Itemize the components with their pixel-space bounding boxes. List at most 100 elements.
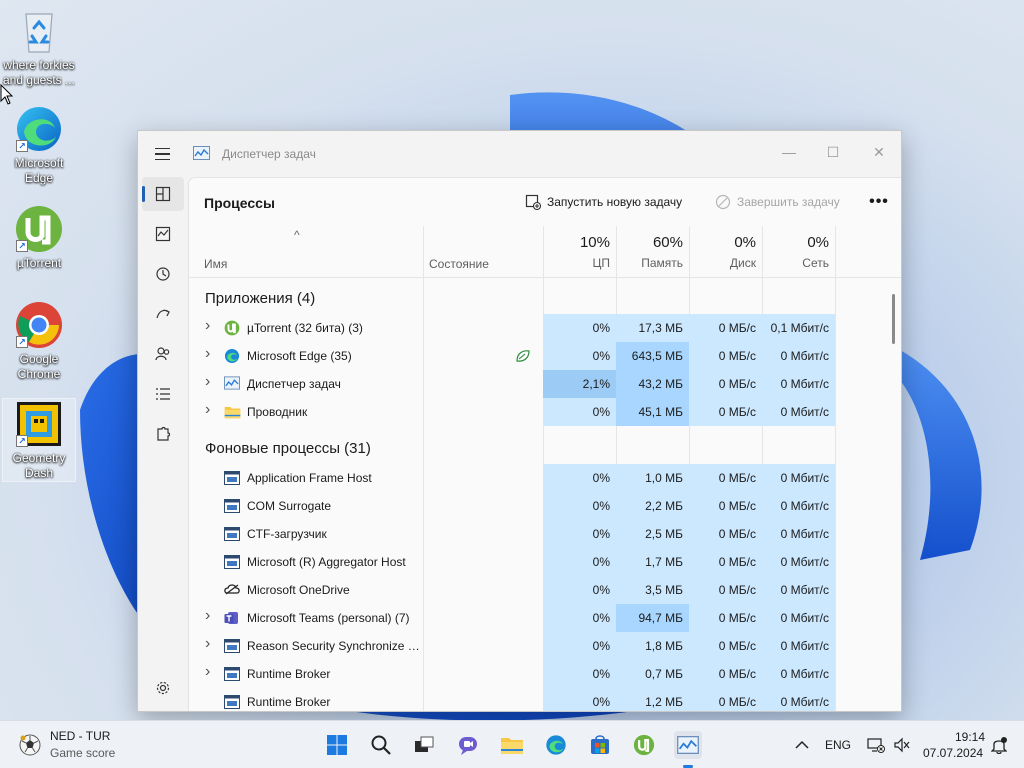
cell-net: 0 Мбит/с xyxy=(762,492,835,520)
cell-cpu: 0% xyxy=(543,548,616,576)
end-task-button[interactable]: Завершить задачу xyxy=(715,190,840,214)
process-row[interactable]: › Microsoft Teams (personal) (7) 0% 94,7 МБ… xyxy=(189,604,901,632)
network-status-button[interactable] xyxy=(862,731,890,759)
desktop-icon-edge[interactable]: ↗ Microsoft Edge xyxy=(2,104,76,186)
process-row[interactable]: › Microsoft Edge (35) 0% 643,5 МБ 0 МБ/с 0 Мб… xyxy=(189,342,901,370)
edge-icon xyxy=(546,735,566,755)
cell-mem: 3,5 МБ xyxy=(616,576,689,604)
process-row[interactable]: › Диспетчер задач 2,1% 43,2 МБ 0 МБ/с 0 Мбит/… xyxy=(189,370,901,398)
expand-chevron-icon[interactable]: › xyxy=(205,373,210,391)
widget-title[interactable]: NED - TUR xyxy=(50,729,110,743)
nav-users[interactable] xyxy=(142,337,184,371)
process-row[interactable]: Application Frame Host 0% 1,0 МБ 0 МБ/с 0 Мб… xyxy=(189,464,901,492)
file-explorer-button[interactable] xyxy=(498,731,526,759)
process-window-icon xyxy=(224,470,240,486)
nav-settings[interactable] xyxy=(142,671,184,705)
process-row[interactable]: › Reason Security Synchronize S... 0% 1,8 М… xyxy=(189,632,901,660)
new-task-icon xyxy=(525,194,541,210)
cell-cpu: 0% xyxy=(543,342,616,370)
task-manager-window: Диспетчер задач — ☐ ✕ Процессы Запустить… xyxy=(137,130,902,712)
process-row[interactable]: › Проводник 0% 45,1 МБ 0 МБ/с 0 Мбит/с xyxy=(189,398,901,426)
desktop-icon-geometry-dash[interactable]: ↗ Geometry Dash xyxy=(2,398,76,482)
processes-page: Процессы Запустить новую задачу Завершит… xyxy=(188,177,901,711)
performance-icon xyxy=(155,226,171,242)
cell-cpu: 0% xyxy=(543,576,616,604)
expand-chevron-icon[interactable]: › xyxy=(205,401,210,419)
process-row[interactable]: Runtime Broker 0% 1,2 МБ 0 МБ/с 0 Мбит/с xyxy=(189,688,901,711)
cell-disk: 0 МБ/с xyxy=(689,314,762,342)
cell-cpu: 0% xyxy=(543,632,616,660)
cell-cpu: 0% xyxy=(543,464,616,492)
desktop-icon-chrome[interactable]: ↗ Google Chrome xyxy=(2,300,76,382)
column-memory[interactable]: 60% Память xyxy=(616,234,689,270)
process-name: Runtime Broker xyxy=(247,667,331,681)
title-bar[interactable]: Диспетчер задач — ☐ ✕ xyxy=(138,131,901,177)
process-row[interactable]: › µTorrent (32 бита) (3) 0% 17,3 МБ 0 МБ/с 0,… xyxy=(189,314,901,342)
expand-chevron-icon[interactable]: › xyxy=(205,663,210,681)
cell-mem: 45,1 МБ xyxy=(616,398,689,426)
cell-cpu: 0% xyxy=(543,604,616,632)
cell-disk: 0 МБ/с xyxy=(689,688,762,711)
language-indicator[interactable]: ENG xyxy=(825,738,851,752)
nav-services[interactable] xyxy=(142,417,184,451)
process-row[interactable]: CTF-загрузчик 0% 2,5 МБ 0 МБ/с 0 Мбит/с xyxy=(189,520,901,548)
process-row[interactable]: Microsoft (R) Aggregator Host 0% 1,7 МБ 0 М… xyxy=(189,548,901,576)
utorrent-taskbar-button[interactable] xyxy=(630,731,658,759)
task-manager-taskbar-button[interactable] xyxy=(674,731,702,759)
clock-time[interactable]: 19:14 xyxy=(955,730,985,744)
minimize-button[interactable]: — xyxy=(767,137,811,167)
process-window-icon xyxy=(224,666,240,682)
column-cpu[interactable]: 10% ЦП xyxy=(543,234,616,270)
desktop-icon-utorrent[interactable]: ↗ µTorrent xyxy=(2,204,76,271)
nav-performance[interactable] xyxy=(142,217,184,251)
search-button[interactable] xyxy=(367,731,395,759)
task-view-button[interactable] xyxy=(410,731,438,759)
nav-details[interactable] xyxy=(142,377,184,411)
desktop-icon-recycle-bin[interactable]: where forkies and guests ... xyxy=(2,6,76,88)
cell-cpu: 0% xyxy=(543,492,616,520)
menu-hamburger-icon[interactable] xyxy=(148,143,176,165)
expand-chevron-icon[interactable]: › xyxy=(205,635,210,653)
edge-taskbar-button[interactable] xyxy=(542,731,570,759)
toolbar: Процессы Запустить новую задачу Завершит… xyxy=(189,178,901,226)
column-status[interactable]: Состояние xyxy=(429,257,489,271)
maximize-button[interactable]: ☐ xyxy=(811,137,855,167)
cell-net: 0 Мбит/с xyxy=(762,370,835,398)
run-new-task-button[interactable]: Запустить новую задачу xyxy=(525,190,682,214)
cell-disk: 0 МБ/с xyxy=(689,398,762,426)
more-options-button[interactable]: ••• xyxy=(864,190,894,214)
process-row[interactable]: Microsoft OneDrive 0% 3,5 МБ 0 МБ/с 0 Мбит/с xyxy=(189,576,901,604)
close-button[interactable]: ✕ xyxy=(857,137,901,167)
expand-chevron-icon[interactable]: › xyxy=(205,607,210,625)
teams-icon xyxy=(224,610,240,626)
nav-app-history[interactable] xyxy=(142,257,184,291)
show-hidden-icons-button[interactable] xyxy=(788,731,816,759)
volume-button[interactable] xyxy=(888,731,916,759)
process-window-icon xyxy=(224,638,240,654)
clock-date[interactable]: 07.07.2024 xyxy=(923,746,983,760)
expand-chevron-icon[interactable]: › xyxy=(205,317,210,335)
nav-startup[interactable] xyxy=(142,297,184,331)
process-row[interactable]: COM Surrogate 0% 2,2 МБ 0 МБ/с 0 Мбит/с xyxy=(189,492,901,520)
column-name[interactable]: Имя xyxy=(204,257,227,271)
cell-net: 0 Мбит/с xyxy=(762,576,835,604)
start-button[interactable] xyxy=(323,731,351,759)
chat-button[interactable] xyxy=(454,731,482,759)
recycle-bin-icon xyxy=(14,6,64,56)
store-button[interactable] xyxy=(586,731,614,759)
cell-mem: 1,2 МБ xyxy=(616,688,689,711)
soccer-ball-icon[interactable] xyxy=(16,731,44,759)
bell-icon xyxy=(991,737,1007,754)
cell-mem: 1,7 МБ xyxy=(616,548,689,576)
process-row[interactable]: › Runtime Broker 0% 0,7 МБ 0 МБ/с 0 Мбит/с xyxy=(189,660,901,688)
vertical-scrollbar[interactable] xyxy=(892,294,895,344)
cell-disk: 0 МБ/с xyxy=(689,464,762,492)
desktop-icon-label: µTorrent xyxy=(16,256,62,270)
process-name: Runtime Broker xyxy=(247,695,331,709)
nav-processes[interactable] xyxy=(142,177,184,211)
column-disk[interactable]: 0% Диск xyxy=(689,234,762,270)
column-network[interactable]: 0% Сеть xyxy=(762,234,835,270)
notifications-button[interactable] xyxy=(985,731,1013,759)
expand-chevron-icon[interactable]: › xyxy=(205,345,210,363)
cell-mem: 0,7 МБ xyxy=(616,660,689,688)
